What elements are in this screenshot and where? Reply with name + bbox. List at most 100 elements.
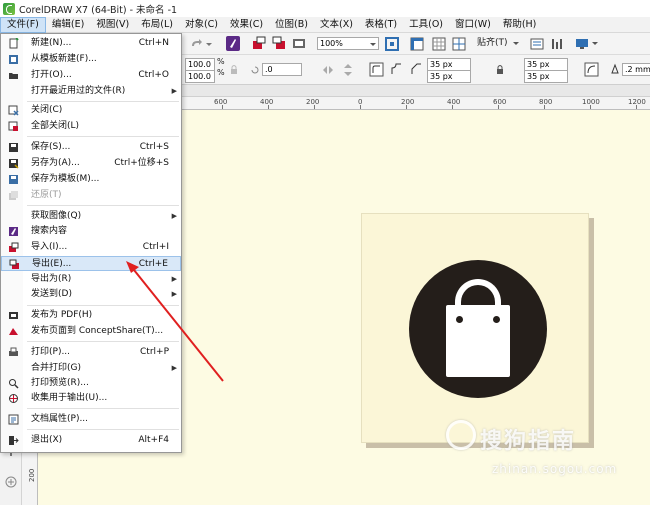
menu-object[interactable]: 对象(C) (179, 17, 224, 33)
zoom-dropdown-icon[interactable] (369, 38, 377, 52)
show-grid-icon[interactable] (432, 37, 446, 51)
menu-item-label: 打开(O)... (31, 70, 72, 80)
menu-item-new[interactable]: 新建(N)... Ctrl+N (1, 36, 181, 51)
rotation-angle-field[interactable]: .0 (262, 63, 302, 76)
menu-item-collect-for-output[interactable]: 收集用于输出(U)... (1, 391, 181, 406)
menu-item-label: 文档属性(P)... (31, 414, 89, 424)
menu-item-print-preview[interactable]: 打印预览(R)... (1, 376, 181, 391)
menu-item-label: 全部关闭(L) (31, 121, 80, 131)
scale-y-field[interactable]: 100.0 (185, 70, 215, 83)
exit-icon (9, 436, 19, 445)
menu-item-new-from-template[interactable]: 从模板新建(F)... (1, 52, 181, 67)
horizontal-ruler[interactable]: 600 400 200 0 200 400 600 800 1000 1200 (182, 97, 650, 110)
ruler-tick (406, 105, 407, 109)
dropdown-arrow-icon[interactable] (206, 37, 212, 51)
watermark-title: 搜狗指南 (480, 429, 577, 454)
full-screen-icon[interactable] (385, 37, 399, 51)
export-icon (9, 259, 19, 269)
menu-help[interactable]: 帮助(H) (497, 17, 543, 33)
menu-item-acquire-image[interactable]: 获取图像(Q) ▶ (1, 209, 181, 224)
menu-separator (27, 408, 179, 409)
ruler-tick (314, 105, 315, 109)
application-launcher-icon[interactable] (550, 37, 564, 51)
submenu-arrow-icon: ▶ (171, 275, 177, 283)
menu-item-shortcut: Alt+F4 (138, 435, 169, 445)
lock-corners-icon[interactable] (495, 63, 505, 77)
corel-launcher-icon[interactable] (226, 36, 240, 51)
save-icon (9, 143, 18, 152)
menu-item-label: 关闭(C) (31, 105, 63, 115)
import-icon[interactable] (252, 36, 266, 51)
round-corner-icon[interactable] (369, 62, 384, 77)
outline-width-field[interactable]: .2 mm (622, 63, 650, 76)
menu-item-document-properties[interactable]: 文档属性(P)... (1, 412, 181, 427)
menu-item-save-as-template[interactable]: 保存为模板(M)... (1, 172, 181, 187)
ruler-tick-label: 200 (401, 98, 415, 106)
menu-item-save[interactable]: 保存(S)... Ctrl+S (1, 140, 181, 155)
menu-item-label: 合并打印(G) (31, 363, 81, 373)
menu-item-shortcut: Ctrl+N (138, 38, 169, 48)
menu-tools[interactable]: 工具(O) (403, 17, 449, 33)
ruler-tick-label: 200 (306, 98, 320, 106)
pdf-icon (9, 312, 18, 319)
open-folder-icon (9, 73, 18, 79)
menu-item-send-to[interactable]: 发送到(D) ▶ (1, 287, 181, 302)
menu-item-print[interactable]: 打印(P)... Ctrl+P (1, 345, 181, 360)
menu-item-publish-conceptshare[interactable]: 发布页面到 ConceptShare(T)... (1, 324, 181, 339)
menu-item-close-all[interactable]: 全部关闭(L) (1, 119, 181, 134)
watermark-url: zhinan.sogou.com (492, 462, 618, 476)
menu-item-shortcut: Ctrl+P (140, 347, 169, 357)
menu-item-open[interactable]: 打开(O)... Ctrl+O (1, 68, 181, 83)
menu-separator (27, 429, 179, 430)
redo-icon[interactable] (190, 37, 202, 51)
menu-item-save-as[interactable]: 另存为(A)... Ctrl+位移+S (1, 156, 181, 171)
document-properties-icon (8, 414, 19, 425)
mirror-vertical-icon[interactable] (342, 63, 354, 77)
corner-radius-bl-field[interactable]: 35 px (427, 70, 471, 83)
export-icon[interactable] (272, 36, 286, 51)
snap-to-label[interactable]: 贴齐(T) (477, 36, 508, 50)
menu-effects[interactable]: 效果(C) (224, 17, 269, 33)
menu-item-close[interactable]: 关闭(C) (1, 103, 181, 118)
menu-item-shortcut: Ctrl+S (139, 142, 169, 152)
mirror-horizontal-icon[interactable] (322, 63, 334, 77)
menu-item-print-merge[interactable]: 合并打印(G) ▶ (1, 361, 181, 376)
vertical-ruler-tick-label: 200 (28, 468, 36, 482)
menu-file[interactable]: 文件(F) (0, 16, 46, 33)
welcome-dropdown-icon[interactable] (591, 37, 599, 51)
menu-item-exit[interactable]: 退出(X) Alt+F4 (1, 433, 181, 448)
corner-radius-br-field[interactable]: 35 px (524, 70, 568, 83)
lock-ratio-icon[interactable] (230, 63, 238, 77)
show-guidelines-icon[interactable] (452, 37, 466, 51)
menu-layout[interactable]: 布局(L) (135, 17, 179, 33)
menu-text[interactable]: 文本(X) (314, 17, 359, 33)
conceptshare-icon (9, 328, 18, 335)
menu-window[interactable]: 窗口(W) (449, 17, 497, 33)
welcome-screen-icon[interactable] (575, 37, 589, 51)
ruler-tick (360, 105, 361, 109)
menu-item-publish-pdf[interactable]: 发布为 PDF(H) (1, 308, 181, 323)
rotation-icon (251, 66, 259, 74)
menu-item-open-recent[interactable]: 打开最近用过的文件(R) ▶ (1, 84, 181, 99)
publish-pdf-icon[interactable] (292, 36, 306, 51)
snap-dropdown-icon[interactable] (512, 37, 520, 51)
menu-item-shortcut: Ctrl+E (138, 259, 168, 269)
menu-item-import[interactable]: 导入(I)... Ctrl+I (1, 240, 181, 255)
menu-view[interactable]: 视图(V) (90, 17, 135, 33)
menu-item-export-for[interactable]: 导出为(R) ▶ (1, 272, 181, 287)
add-tool-icon[interactable] (5, 476, 17, 488)
menu-item-export[interactable]: 导出(E)... Ctrl+E (1, 256, 181, 271)
menu-item-label: 发送到(D) (31, 289, 72, 299)
menu-item-search-content[interactable]: 搜索内容 (1, 224, 181, 239)
menu-bitmaps[interactable]: 位图(B) (269, 17, 314, 33)
menu-edit[interactable]: 编辑(E) (46, 17, 90, 33)
menu-table[interactable]: 表格(T) (359, 17, 403, 33)
menu-item-shortcut: Ctrl+O (138, 70, 169, 80)
scalloped-corner-icon[interactable] (389, 62, 404, 77)
chamfered-corner-icon[interactable] (409, 62, 424, 77)
options-icon[interactable] (530, 37, 544, 51)
relative-corner-scaling-icon[interactable] (584, 62, 599, 77)
standard-toolbar: 100% 贴齐(T) (182, 33, 650, 55)
menu-item-label: 搜索内容 (31, 226, 68, 236)
show-rulers-icon[interactable] (410, 37, 424, 51)
